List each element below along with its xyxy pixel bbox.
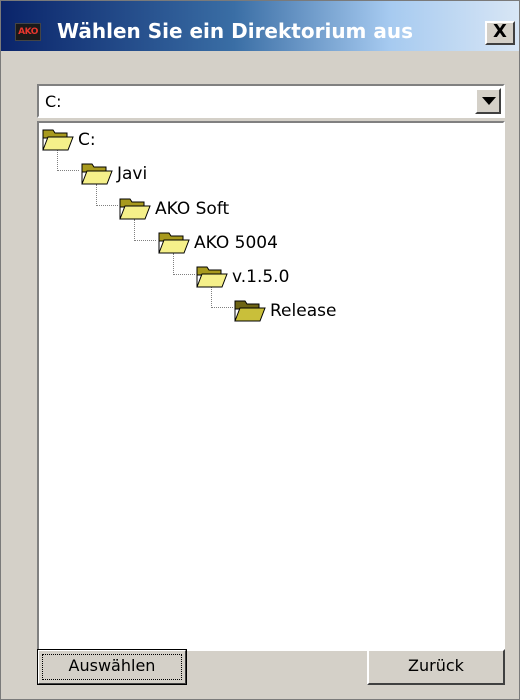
open-folder-icon (234, 300, 266, 322)
focus-rectangle (42, 654, 182, 680)
dropdown-arrow-button[interactable] (475, 88, 501, 114)
directory-tree[interactable]: C: Javi AKO Soft AKO 5004 v.1.5.0 Releas… (37, 121, 505, 651)
close-button[interactable]: X (485, 21, 515, 45)
drive-combobox-value: C: (45, 92, 62, 111)
tree-node-label: Release (270, 301, 337, 321)
tree-node-label: AKO 5004 (194, 233, 278, 253)
drive-combobox[interactable]: C: (37, 84, 505, 118)
back-button-label: Zurück (408, 656, 464, 675)
tree-node-label: C: (78, 130, 96, 150)
tree-connector (211, 286, 233, 308)
tree-connector (173, 253, 195, 275)
open-folder-icon (196, 266, 228, 288)
chevron-down-icon (482, 97, 496, 105)
tree-node-label: v.1.5.0 (232, 267, 290, 287)
window-title: Wählen Sie ein Direktorium aus (57, 19, 413, 43)
open-folder-icon (81, 163, 113, 185)
tree-node-label: AKO Soft (155, 199, 230, 219)
tree-connector (57, 149, 79, 171)
tree-connector (96, 184, 118, 206)
directory-dialog: AKO Wählen Sie ein Direktorium aus X C: … (0, 0, 520, 700)
open-folder-icon (119, 198, 151, 220)
tree-node-label: Javi (117, 164, 148, 184)
back-button[interactable]: Zurück (367, 649, 505, 685)
select-button[interactable]: Auswählen (37, 649, 187, 685)
tree-connector (134, 219, 156, 241)
app-logo-icon: AKO (15, 23, 41, 41)
open-folder-icon (158, 232, 190, 254)
open-folder-icon (42, 129, 74, 151)
title-bar[interactable]: AKO Wählen Sie ein Direktorium aus X (1, 1, 519, 51)
